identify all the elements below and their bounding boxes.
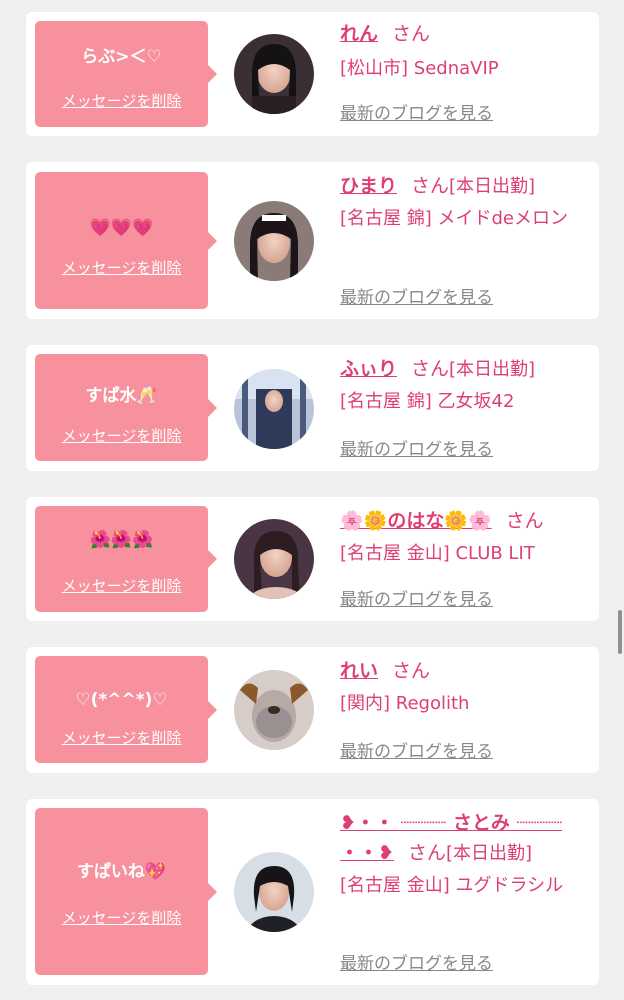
latest-blog-link[interactable]: 最新のブログを見る — [340, 737, 493, 762]
girl-photo-icon — [234, 670, 314, 750]
name-line: ❥・・ ┈┈┈┈ さとみ ┈┈┈┈ — [340, 809, 590, 837]
name-line: ふぃり さん[本日出勤] — [340, 355, 590, 384]
girl-photo-icon — [234, 519, 314, 599]
message-text: すぱ水🥂 — [85, 386, 158, 406]
message-card: ♡(*^^*)♡ メッセージを削除 れい さん [関内] Regolith 最新の… — [26, 647, 599, 773]
attendance-badge: [本日出勤] — [449, 176, 536, 197]
girl-photo-icon — [234, 201, 314, 281]
shop-name: [名古屋 錦] メイドdeメロン — [340, 208, 568, 229]
latest-blog-link[interactable]: 最新のブログを見る — [340, 435, 493, 460]
girl-name-link-continued[interactable]: ・・❥ — [340, 842, 394, 864]
delete-message-link[interactable]: メッセージを削除 — [35, 426, 208, 446]
avatar[interactable] — [234, 670, 314, 750]
message-bubble: 💗💗💗 メッセージを削除 — [35, 172, 217, 309]
delete-message-link[interactable]: メッセージを削除 — [35, 728, 208, 748]
latest-blog-link[interactable]: 最新のブログを見る — [340, 949, 493, 974]
avatar[interactable] — [234, 852, 314, 932]
avatar[interactable] — [234, 34, 314, 114]
girl-name-link[interactable]: 🌸🌼のはな🌼🌸 — [340, 510, 492, 532]
name-line: れい さん — [340, 657, 590, 686]
delete-message-link[interactable]: メッセージを削除 — [35, 258, 208, 278]
name-line: ひまり さん[本日出勤] — [340, 172, 590, 201]
avatar[interactable] — [234, 519, 314, 599]
message-bubble: すぱ水🥂 メッセージを削除 — [35, 354, 217, 461]
avatar[interactable] — [234, 201, 314, 281]
shop-name: [名古屋 錦] 乙女坂42 — [340, 391, 515, 412]
shop-name: [名古屋 金山] ユグドラシル — [340, 875, 564, 896]
girl-name-link[interactable]: れい — [340, 660, 378, 682]
latest-blog-link[interactable]: 最新のブログを見る — [340, 99, 493, 124]
scrollbar[interactable] — [618, 610, 622, 654]
message-bubble: ♡(*^^*)♡ メッセージを削除 — [35, 656, 217, 763]
shop-name: [名古屋 金山] CLUB LIT — [340, 543, 535, 564]
girl-info: ひまり さん[本日出勤] [名古屋 錦] メイドdeメロン — [340, 172, 590, 233]
delete-message-link[interactable]: メッセージを削除 — [35, 908, 208, 928]
message-text: すぱいね💖 — [76, 862, 167, 882]
message-bubble: すぱいね💖 メッセージを削除 — [35, 808, 217, 975]
girl-name-link[interactable]: ふぃり — [340, 358, 397, 380]
honorific: さん — [505, 510, 544, 532]
message-card: 💗💗💗 メッセージを削除 ひまり さん[本日出勤] [名古屋 錦] メイドdeメロ… — [26, 162, 599, 319]
honorific: さん — [392, 660, 431, 682]
attendance-badge: [本日出勤] — [445, 843, 532, 864]
name-line: れん さん — [340, 20, 590, 49]
latest-blog-link[interactable]: 最新のブログを見る — [340, 585, 493, 610]
girl-name-link[interactable]: ひまり — [340, 175, 397, 197]
message-text: 🌺🌺🌺 — [89, 530, 154, 550]
delete-message-link[interactable]: メッセージを削除 — [35, 91, 208, 111]
message-bubble: らぶ>＜♡ メッセージを削除 — [35, 21, 217, 127]
message-bubble: 🌺🌺🌺 メッセージを削除 — [35, 506, 217, 612]
honorific: さん — [411, 358, 450, 380]
girl-photo-icon — [234, 34, 314, 114]
girl-name-link[interactable]: れん — [340, 23, 378, 45]
message-card: すぱいね💖 メッセージを削除 ❥・・ ┈┈┈┈ さとみ ┈┈┈┈ ・・❥ さん[本… — [26, 799, 599, 985]
shop-name: [松山市] SednaVIP — [340, 58, 499, 79]
message-text: 💗💗💗 — [89, 218, 154, 238]
girl-info: ふぃり さん[本日出勤] [名古屋 錦] 乙女坂42 — [340, 355, 590, 416]
message-card: すぱ水🥂 メッセージを削除 ふぃり さん[本日出勤] [名古屋 錦] 乙女坂42 … — [26, 345, 599, 471]
girl-info: れい さん [関内] Regolith — [340, 657, 590, 718]
message-card: 🌺🌺🌺 メッセージを削除 🌸🌼のはな🌼🌸 さん [名古屋 金山] CLUB LIT… — [26, 497, 599, 621]
honorific: さん — [392, 23, 431, 45]
delete-message-link[interactable]: メッセージを削除 — [35, 576, 208, 596]
latest-blog-link[interactable]: 最新のブログを見る — [340, 283, 493, 308]
message-text: ♡(*^^*)♡ — [75, 690, 168, 710]
name-line: 🌸🌼のはな🌼🌸 さん — [340, 507, 590, 536]
name-line: ・・❥ さん[本日出勤] — [340, 839, 590, 868]
message-text: らぶ>＜♡ — [81, 47, 162, 67]
girl-info: れん さん [松山市] SednaVIP — [340, 20, 590, 83]
girl-name-link[interactable]: ❥・・ ┈┈┈┈ さとみ ┈┈┈┈ — [340, 812, 562, 834]
attendance-badge: [本日出勤] — [449, 359, 536, 380]
girl-photo-icon — [234, 369, 314, 449]
avatar[interactable] — [234, 369, 314, 449]
girl-info: ❥・・ ┈┈┈┈ さとみ ┈┈┈┈ ・・❥ さん[本日出勤] [名古屋 金山] ユ… — [340, 809, 590, 900]
honorific: さん — [407, 842, 446, 864]
message-card: らぶ>＜♡ メッセージを削除 れん さん [松山市] SednaVIP 最新のブロ… — [26, 12, 599, 136]
girl-photo-icon — [234, 852, 314, 932]
shop-name: [関内] Regolith — [340, 693, 470, 714]
honorific: さん — [411, 175, 450, 197]
girl-info: 🌸🌼のはな🌼🌸 さん [名古屋 金山] CLUB LIT — [340, 507, 590, 568]
